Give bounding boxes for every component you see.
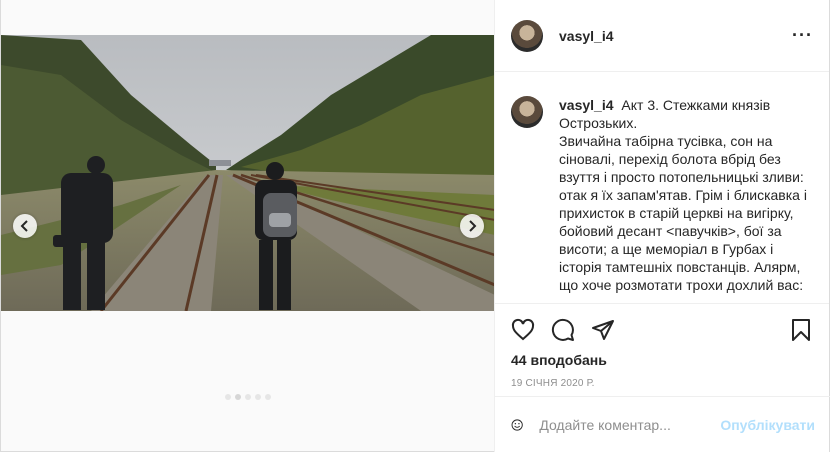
carousel-dot — [235, 394, 241, 400]
author-username[interactable]: vasyl_i4 — [559, 28, 792, 44]
caption-body: Звичайна табірна тусівка, сон на сіновал… — [559, 133, 807, 293]
post-panel: vasyl_i4 ··· vasyl_i4 Акт 3. Стежками кн… — [494, 0, 830, 452]
comment-icon[interactable] — [551, 318, 575, 342]
action-bar — [495, 304, 829, 348]
carousel-dots — [1, 394, 495, 400]
heart-icon[interactable] — [511, 318, 535, 342]
publish-button[interactable]: Опублікувати — [720, 417, 815, 433]
carousel-dot — [245, 394, 251, 400]
chevron-right-icon — [469, 220, 477, 232]
add-comment-bar: Опублікувати — [495, 396, 830, 452]
next-slide-button[interactable] — [460, 214, 484, 238]
carousel-dot — [255, 394, 261, 400]
railway-photo — [1, 35, 495, 311]
ellipsis-icon[interactable]: ··· — [792, 25, 813, 46]
bookmark-icon[interactable] — [789, 318, 813, 342]
author-avatar[interactable] — [511, 19, 543, 52]
post-header: vasyl_i4 ··· — [495, 0, 829, 72]
previous-slide-button[interactable] — [13, 214, 37, 238]
carousel-dot — [225, 394, 231, 400]
post-media — [0, 0, 495, 452]
caption-username[interactable]: vasyl_i4 — [559, 97, 614, 113]
share-icon[interactable] — [591, 318, 615, 342]
post-date[interactable]: 19 СІЧНЯ 2020 Р. — [495, 370, 829, 396]
caption-section: vasyl_i4 Акт 3. Стежками князів Острозьк… — [495, 72, 829, 304]
carousel-dot — [265, 394, 271, 400]
caption-text: vasyl_i4 Акт 3. Стежками князів Острозьк… — [559, 96, 813, 303]
post-photo[interactable] — [1, 35, 495, 311]
caption-avatar[interactable] — [511, 96, 543, 128]
emoji-icon[interactable] — [511, 413, 523, 437]
likes-count[interactable]: 44 вподобань — [495, 348, 829, 370]
chevron-left-icon — [20, 220, 28, 232]
comment-input[interactable] — [539, 416, 721, 433]
